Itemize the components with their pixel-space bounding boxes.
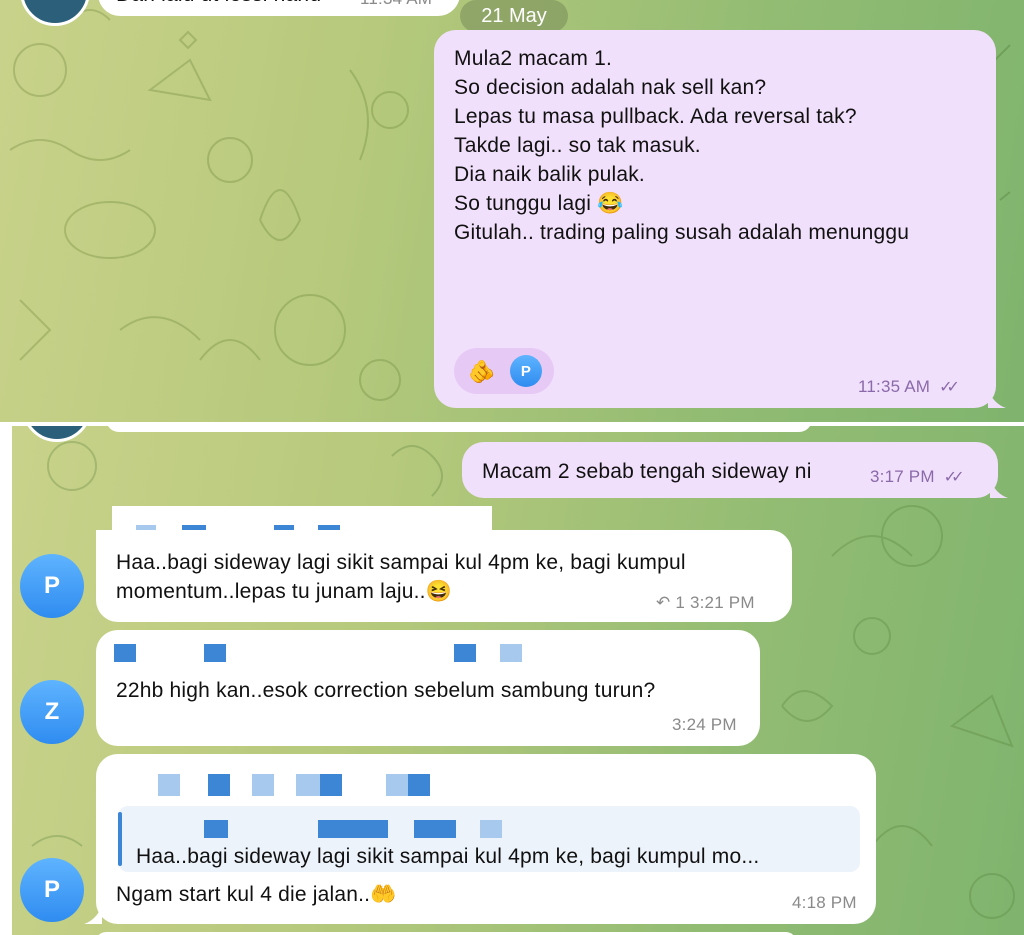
avatar[interactable]: Z bbox=[20, 680, 84, 744]
redacted-block bbox=[204, 820, 228, 838]
reaction-emoji: 🫵 bbox=[468, 359, 496, 384]
message-bubble-outgoing[interactable]: Mula2 macam 1. So decision adalah nak se… bbox=[434, 30, 996, 408]
avatar[interactable]: P bbox=[20, 554, 84, 618]
avatar[interactable]: P bbox=[20, 858, 84, 922]
redacted-block bbox=[408, 774, 430, 796]
redacted-block bbox=[386, 774, 408, 796]
message-text: 22hb high kan..esok correction sebelum s… bbox=[116, 679, 656, 702]
message-bubble-incoming[interactable]: 22hb high kan..esok correction sebelum s… bbox=[96, 630, 760, 746]
message-text: Dah lalu ut lessi hand bbox=[116, 0, 321, 9]
message-time: 3:24 PM bbox=[672, 715, 737, 734]
redacted-block bbox=[414, 820, 456, 838]
sender-name-redacted bbox=[112, 506, 492, 532]
message-text: Mula2 macam 1. So decision adalah nak se… bbox=[454, 47, 910, 244]
chat-background-bottom: Macam 2 sebab tengah sideway ni 3:17 PM … bbox=[12, 426, 1024, 935]
message-text: Ngam start kul 4 die jalan..🤲 bbox=[116, 883, 397, 906]
redacted-block bbox=[454, 644, 476, 662]
redacted-block bbox=[480, 820, 502, 838]
double-check-icon: ✓✓ bbox=[939, 379, 960, 396]
message-time: 3:17 PM ✓✓ bbox=[870, 462, 965, 492]
redacted-block bbox=[296, 774, 320, 796]
quoted-text: Haa..bagi sideway lagi sikit sampai kul … bbox=[136, 845, 760, 868]
message-bubble-partial-top[interactable]: Dah lalu ut lessi hand 11:34 AM bbox=[98, 0, 460, 16]
redacted-block bbox=[318, 820, 388, 838]
message-bubble-incoming[interactable]: Haa..bagi sideway lagi sikit sampai kul … bbox=[96, 530, 792, 622]
message-time: 4:18 PM bbox=[792, 893, 857, 912]
reaction-chip[interactable]: 🫵 P bbox=[454, 348, 554, 394]
date-separator: 21 May bbox=[460, 0, 568, 32]
redacted-block bbox=[500, 644, 522, 662]
redacted-block bbox=[252, 774, 274, 796]
message-meta: ↶ 1 3:21 PM bbox=[656, 593, 755, 612]
redacted-block bbox=[208, 774, 230, 796]
message-time: 11:34 AM bbox=[360, 0, 432, 13]
message-bubble-partial[interactable] bbox=[106, 426, 812, 432]
message-text: Haa..bagi sideway lagi sikit sampai kul … bbox=[116, 551, 686, 603]
reply-count: 1 bbox=[675, 593, 686, 612]
message-bubble-outgoing[interactable]: Macam 2 sebab tengah sideway ni 3:17 PM … bbox=[462, 442, 998, 498]
reply-arrow-icon[interactable]: ↶ bbox=[656, 593, 670, 612]
bubble-tail-icon bbox=[988, 390, 1006, 408]
bubble-tail-icon bbox=[84, 906, 102, 924]
message-text: Macam 2 sebab tengah sideway ni bbox=[482, 460, 812, 483]
bubble-tail-icon bbox=[990, 480, 1008, 498]
quoted-reply[interactable]: Haa..bagi sideway lagi sikit sampai kul … bbox=[118, 806, 860, 872]
reaction-avatar: P bbox=[510, 355, 542, 387]
quote-bar bbox=[118, 812, 122, 866]
redacted-block bbox=[158, 774, 180, 796]
chat-background-top: Dah lalu ut lessi hand 11:34 AM 21 May M… bbox=[0, 0, 1024, 422]
redacted-block bbox=[320, 774, 342, 796]
redacted-block bbox=[204, 644, 226, 662]
message-time: 11:35 AM ✓✓ bbox=[858, 372, 960, 402]
double-check-icon: ✓✓ bbox=[943, 469, 965, 486]
redacted-block bbox=[114, 644, 136, 662]
message-bubble-incoming[interactable]: Haa..bagi sideway lagi sikit sampai kul … bbox=[96, 754, 876, 924]
